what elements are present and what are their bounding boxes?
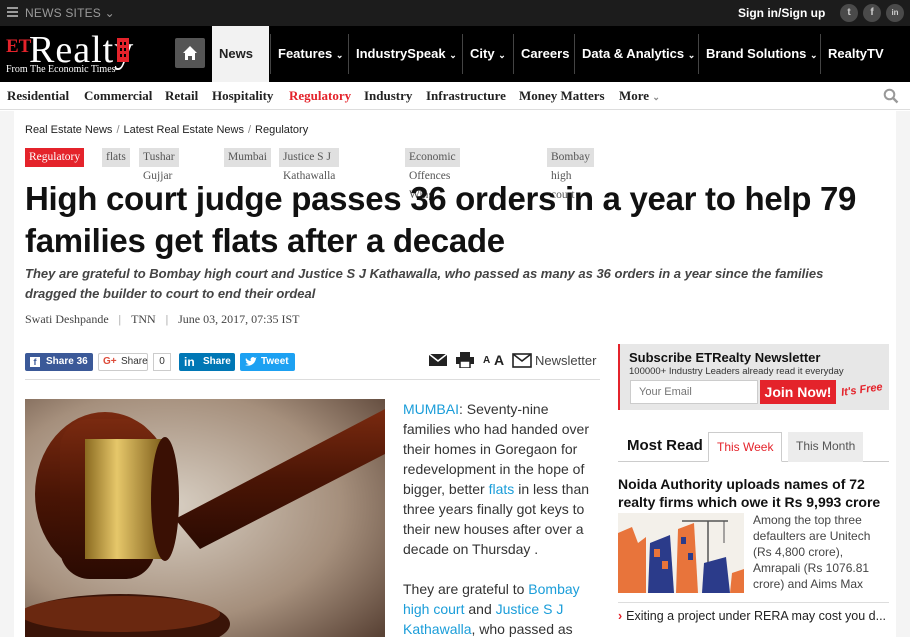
section-nav: Residential Commercial Retail Hospitalit…: [0, 82, 910, 110]
top-bar: NEWS SITES ⌄ Sign in/Sign up t f in: [0, 0, 910, 26]
tab-this-week[interactable]: This Week: [708, 432, 783, 462]
tag-item[interactable]: Justice S J Kathawalla: [279, 148, 340, 182]
breadcrumb-item[interactable]: Real Estate News: [25, 124, 112, 136]
search-icon[interactable]: [883, 88, 899, 109]
article-date: June 03, 2017, 07:35 IST: [178, 312, 300, 326]
article-image-gavel: [25, 399, 385, 637]
newsletter-subtitle: 100000+ Industry Leaders already read it…: [629, 366, 844, 377]
most-read-item[interactable]: › Exiting a project under RERA may cost y…: [618, 609, 890, 623]
nav-city[interactable]: City ⌄: [463, 26, 513, 82]
google-plus-icon: G+: [103, 356, 117, 367]
join-now-button[interactable]: Join Now!: [760, 380, 836, 404]
its-free-badge: It's Free: [840, 381, 884, 399]
gplus-share-button[interactable]: G+ Share: [98, 353, 148, 371]
linkedin-icon: in: [184, 355, 195, 369]
divider: [618, 602, 889, 603]
nav-realtytv[interactable]: RealtyTV: [821, 26, 891, 82]
font-decrease-button[interactable]: A: [483, 355, 490, 366]
linkedin-share-button[interactable]: in Share: [179, 353, 235, 371]
home-button[interactable]: [175, 38, 205, 68]
chevron-right-icon: ›: [618, 609, 623, 623]
article-body: MUMBAI: Seventy-nine families who had ha…: [403, 399, 599, 637]
tag-item[interactable]: Tushar Gujjar: [139, 148, 179, 182]
nav-data-analytics[interactable]: Data & Analytics ⌄: [575, 26, 702, 82]
author-name[interactable]: Swati Deshpande: [25, 312, 109, 326]
gplus-count: 0: [153, 353, 171, 371]
breadcrumb: Real Estate News / Latest Real Estate News…: [25, 124, 309, 136]
share-toolbar: f Share 36 G+ Share 0 in Share Tweet A A…: [25, 352, 600, 380]
breadcrumb-item[interactable]: Regulatory: [255, 124, 308, 136]
subnav-commercial[interactable]: Commercial: [84, 88, 152, 104]
twitter-share-button[interactable]: Tweet: [240, 353, 295, 371]
news-sites-menu[interactable]: NEWS SITES ⌄: [25, 6, 115, 20]
location-link[interactable]: MUMBAI: [403, 401, 459, 417]
hamburger-icon[interactable]: [7, 7, 18, 17]
signin-link[interactable]: Sign in/Sign up: [738, 6, 825, 20]
newsletter-envelope-icon: [512, 353, 532, 373]
email-input[interactable]: [630, 380, 758, 404]
nav-brand-solutions[interactable]: Brand Solutions ⌄: [699, 26, 825, 82]
email-icon[interactable]: [428, 352, 448, 373]
nav-news[interactable]: News ⌄: [212, 26, 269, 116]
twitter-bird-icon: [245, 357, 257, 366]
chevron-down-icon: ⌄: [449, 50, 457, 60]
subnav-industry[interactable]: Industry: [364, 88, 412, 104]
most-read-thumbnail[interactable]: [618, 513, 744, 593]
nav-careers[interactable]: Careers: [514, 26, 576, 82]
tag-regulatory[interactable]: Regulatory »: [25, 148, 85, 182]
tag-item[interactable]: Economic Offences Wing: [405, 148, 460, 201]
keyword-link-flats[interactable]: flats: [489, 481, 515, 497]
newsletter-signup: Subscribe ETRealty Newsletter 100000+ In…: [618, 344, 889, 410]
font-increase-button[interactable]: A: [494, 352, 504, 368]
chevron-down-icon: ⌄: [687, 50, 696, 60]
chevron-down-icon: ⌄: [335, 50, 344, 60]
building-icon: [117, 38, 129, 62]
etrealty-logo[interactable]: ET Realty From The Economic Times: [5, 29, 155, 76]
byline: Swati Deshpande | TNN | June 03, 2017, 07:35…: [25, 312, 300, 326]
print-icon[interactable]: [456, 352, 474, 373]
subnav-infrastructure[interactable]: Infrastructure: [426, 88, 506, 104]
tag-item[interactable]: Bombay high court: [547, 148, 594, 201]
chevron-down-icon: ⌄: [652, 92, 660, 102]
facebook-icon[interactable]: f: [863, 4, 881, 22]
article-paragraph: They are grateful to Bombay high court a…: [403, 581, 580, 637]
breadcrumb-item[interactable]: Latest Real Estate News: [124, 124, 244, 136]
subnav-hospitality[interactable]: Hospitality: [212, 88, 273, 104]
nav-features[interactable]: Features ⌄: [271, 26, 350, 82]
subnav-retail[interactable]: Retail: [165, 88, 198, 104]
main-header: ET Realty From The Economic Times News ⌄…: [0, 26, 910, 116]
chevron-down-icon: ⌄: [810, 50, 818, 60]
article-source: TNN: [131, 312, 156, 326]
subnav-money-matters[interactable]: Money Matters: [519, 88, 605, 104]
tag-item[interactable]: flats: [102, 148, 130, 167]
facebook-icon: f: [30, 357, 40, 367]
nav-industryspeak[interactable]: IndustrySpeak ⌄: [349, 26, 464, 82]
chevron-down-icon: ⌄: [104, 6, 115, 20]
most-read-summary: Among the top three defaulters are Unite…: [753, 513, 871, 591]
most-read-tabs: Most Read This Week This Month: [618, 430, 889, 462]
linkedin-icon[interactable]: in: [886, 4, 904, 22]
facebook-share-button[interactable]: f Share 36: [25, 353, 93, 371]
twitter-icon[interactable]: t: [840, 4, 858, 22]
tab-this-month[interactable]: This Month: [788, 432, 864, 462]
most-read-top-headline[interactable]: Noida Authority uploads names of 72 real…: [618, 475, 890, 511]
article-headline: High court judge passes 36 orders in a y…: [25, 180, 857, 259]
tag-item[interactable]: Mumbai: [224, 148, 271, 167]
newsletter-link[interactable]: Newsletter: [535, 353, 596, 368]
most-read-title: Most Read: [627, 437, 703, 454]
chevron-down-icon: ⌄: [498, 50, 506, 60]
subnav-residential[interactable]: Residential: [7, 88, 69, 104]
subnav-regulatory[interactable]: Regulatory: [289, 88, 351, 104]
article-synopsis: They are grateful to Bombay high court a…: [25, 266, 824, 301]
newsletter-title: Subscribe ETRealty Newsletter: [629, 350, 821, 365]
home-icon: [183, 46, 197, 60]
subnav-more[interactable]: More ⌄: [619, 88, 660, 104]
article-paragraph: MUMBAI: Seventy-nine families who had ha…: [403, 401, 590, 557]
